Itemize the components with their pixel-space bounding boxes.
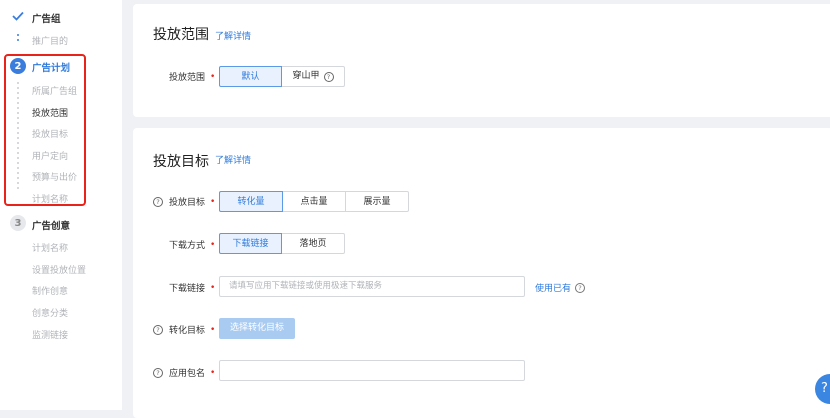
range-card: 投放范围 了解详情 投放范围 • 默认 穿山甲? (133, 4, 830, 117)
step-3-number-icon: 3 (10, 215, 26, 231)
sidebar-item-purpose[interactable]: 推广目的 (32, 34, 68, 47)
goal-field-label: ? 投放目标 • (153, 195, 215, 208)
sidebar-item-creative-plan-name[interactable]: 计划名称 (32, 241, 68, 254)
step-3-title[interactable]: 广告创意 (32, 218, 70, 232)
sidebar-item-creative-category[interactable]: 创意分类 (32, 306, 68, 319)
download-method-segmented-control: 下载链接 落地页 (219, 233, 345, 254)
step-1-connector (17, 34, 19, 44)
sidebar-item-make-creative[interactable]: 制作创意 (32, 284, 68, 297)
range-learn-more-link[interactable]: 了解详情 (215, 29, 251, 42)
goal-card: 投放目标 了解详情 ? 投放目标 • 转化量 点击量 展示量 下载方式 • 下载链接… (133, 128, 830, 418)
conversion-goal-label: ? 转化目标 • (153, 323, 215, 336)
app-package-label: ? 应用包名 • (153, 366, 215, 379)
goal-option-impression[interactable]: 展示量 (346, 191, 409, 212)
download-method-option-link[interactable]: 下载链接 (219, 233, 282, 254)
highlight-box (4, 54, 86, 206)
sidebar: 广告组 推广目的 2 广告计划 所属广告组 投放范围 投放目标 用户定向 预算与… (0, 0, 122, 410)
range-section-title: 投放范围 (153, 27, 209, 43)
download-method-option-landing[interactable]: 落地页 (282, 233, 345, 254)
range-option-pangle[interactable]: 穿山甲? (282, 66, 345, 87)
step-1-check-icon (11, 9, 25, 23)
use-existing-link[interactable]: 使用已有? (535, 281, 586, 294)
goal-learn-more-link[interactable]: 了解详情 (215, 153, 251, 166)
help-icon[interactable]: ? (153, 324, 163, 335)
help-icon: ? (323, 71, 334, 82)
select-conversion-goal-button[interactable]: 选择转化目标 (219, 318, 295, 339)
help-icon: ? (575, 282, 586, 293)
goal-segmented-control: 转化量 点击量 展示量 (219, 191, 409, 212)
download-method-label: 下载方式 • (169, 239, 216, 252)
range-segmented-control: 默认 穿山甲? (219, 66, 345, 87)
download-link-label: 下载链接 • (169, 282, 216, 295)
goal-option-conversion[interactable]: 转化量 (219, 191, 283, 212)
range-field-label: 投放范围 • (169, 71, 216, 84)
sidebar-item-placement[interactable]: 设置投放位置 (32, 263, 86, 276)
help-icon[interactable]: ? (153, 367, 163, 378)
download-link-input[interactable]: 请填写应用下载链接或使用极速下载服务 (219, 276, 525, 297)
sidebar-item-tracking-link[interactable]: 监测链接 (32, 328, 68, 341)
goal-section-title: 投放目标 (153, 154, 209, 170)
range-option-default[interactable]: 默认 (219, 66, 282, 87)
help-icon[interactable]: ? (153, 196, 163, 207)
goal-option-click[interactable]: 点击量 (283, 191, 346, 212)
app-package-input[interactable] (219, 360, 525, 381)
step-1-title[interactable]: 广告组 (32, 11, 61, 25)
